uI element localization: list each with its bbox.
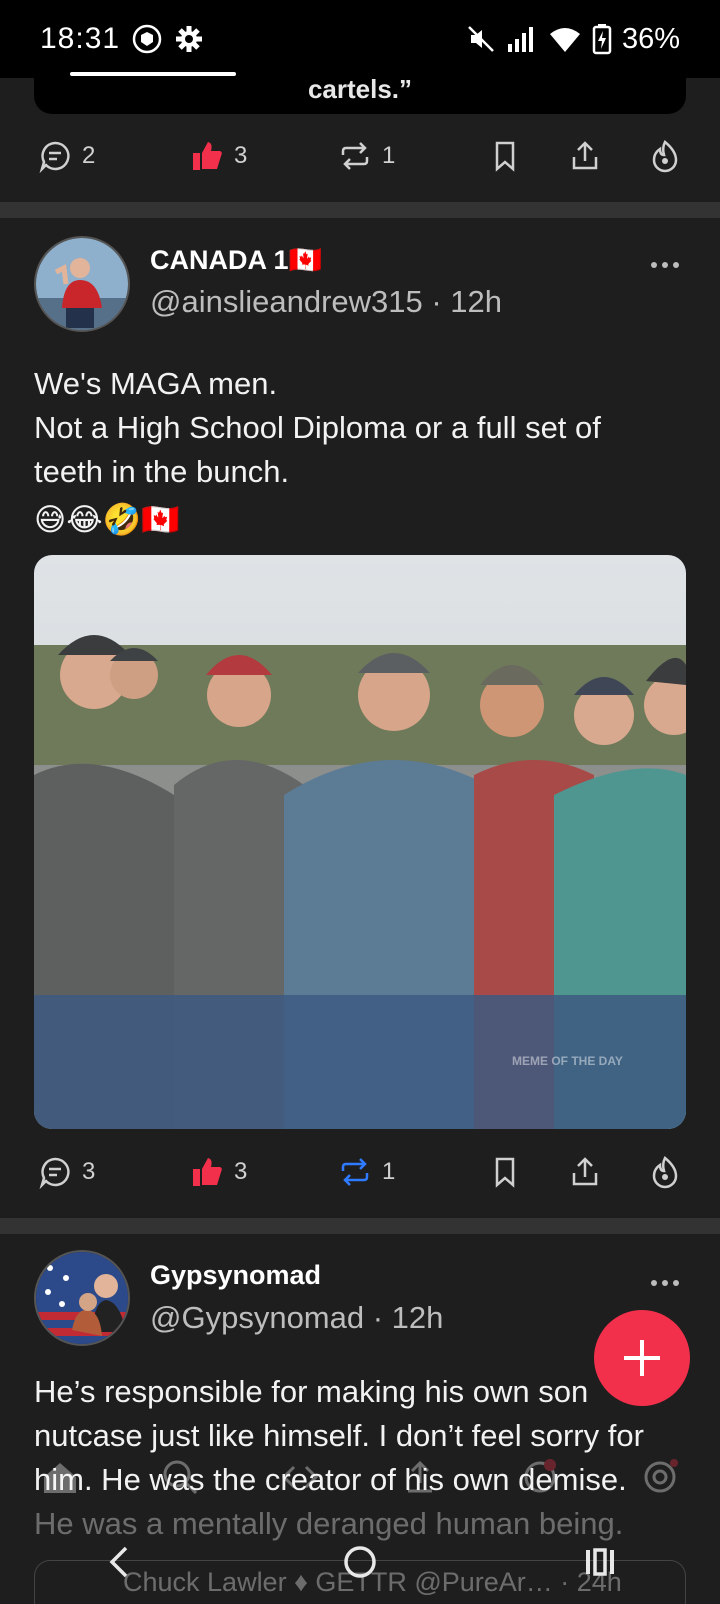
bookmark-button[interactable] [488,1155,522,1189]
code-icon[interactable] [280,1457,320,1497]
mute-icon [468,26,494,52]
post-text: We's MAGA men. Not a High School Diploma… [34,362,686,542]
post-line: We's MAGA men. [34,366,278,401]
post-line: He’s responsible for making his own son [34,1374,589,1409]
like-count: 3 [234,142,248,169]
signal-icon [507,27,533,52]
repost-count: 1 [382,1158,396,1185]
comment-icon [39,141,70,173]
action-bar: 3 3 1 [34,1150,686,1194]
share-icon [572,1157,598,1186]
repost-button[interactable]: 1 [338,1155,395,1189]
plus-icon [624,1340,660,1376]
repost-icon [341,142,369,170]
more-icon [651,262,679,268]
battery-icon [592,24,612,55]
new-post-button[interactable] [594,1310,690,1406]
post-image[interactable]: MEME OF THE DAY [34,555,686,1129]
home-icon[interactable] [40,1457,80,1497]
recents-icon[interactable] [580,1542,620,1582]
action-bar: 2 3 1 [34,134,686,178]
comment-button[interactable]: 2 [38,139,95,173]
author-name[interactable]: Gypsynomad [150,1260,321,1291]
boost-button[interactable] [648,139,682,173]
home-circle-icon[interactable] [340,1542,380,1582]
search-icon[interactable] [160,1457,200,1497]
avatar[interactable] [34,236,130,332]
app-tab-bar [0,1436,720,1518]
author-name[interactable]: CANADA 1🇨🇦 [150,244,322,276]
wifi-icon [549,28,580,52]
repost-button[interactable]: 1 [338,139,395,173]
system-nav-bar [0,1520,720,1604]
flame-icon [652,140,678,173]
share-icon [572,141,598,170]
boost-button[interactable] [648,1155,682,1189]
image-watermark: MEME OF THE DAY [512,1054,623,1068]
like-count: 3 [234,1158,248,1185]
like-button[interactable]: 3 [190,139,247,173]
author-handle[interactable]: @ainslieandrew315 · 12h [150,284,502,320]
post-line: Not a High School Diploma or a full set … [34,410,601,445]
upload-icon[interactable] [400,1457,440,1497]
more-icon [651,1280,679,1286]
status-time: 18:31 [40,22,121,55]
gear-icon [176,26,203,52]
flame-icon [652,1156,678,1189]
post-divider [0,1218,720,1234]
back-icon[interactable] [100,1542,140,1582]
share-button[interactable] [568,139,602,173]
comment-count: 3 [82,1158,96,1185]
bookmark-icon [495,1157,515,1188]
repost-count: 1 [382,142,396,169]
profile-icon[interactable] [640,1457,680,1497]
avatar[interactable] [34,1250,130,1346]
author-handle[interactable]: @Gypsynomad · 12h [150,1300,443,1336]
quoted-post-text: cartels.” [307,74,413,104]
more-options-button[interactable] [650,244,680,278]
post-emoji-line: 😅😂🤣🇨🇦 [34,502,180,537]
shield-icon [132,24,162,54]
comment-icon [39,1157,70,1189]
scroll-indicator [70,72,236,76]
thumbs-up-icon [193,142,222,170]
bookmark-button[interactable] [488,139,522,173]
post-line: teeth in the bunch. [34,454,290,489]
bookmark-icon [495,141,515,172]
more-options-button[interactable] [650,1262,680,1296]
repost-icon [341,1158,369,1186]
battery-percent: 36% [621,22,680,55]
thumbs-up-icon [193,1158,222,1186]
share-button[interactable] [568,1155,602,1189]
comment-button[interactable]: 3 [38,1155,95,1189]
notifications-icon[interactable] [520,1457,560,1497]
post-divider [0,202,720,218]
like-button[interactable]: 3 [190,1155,247,1189]
comment-count: 2 [82,142,96,169]
quoted-post-card[interactable]: cartels.” [34,60,686,114]
